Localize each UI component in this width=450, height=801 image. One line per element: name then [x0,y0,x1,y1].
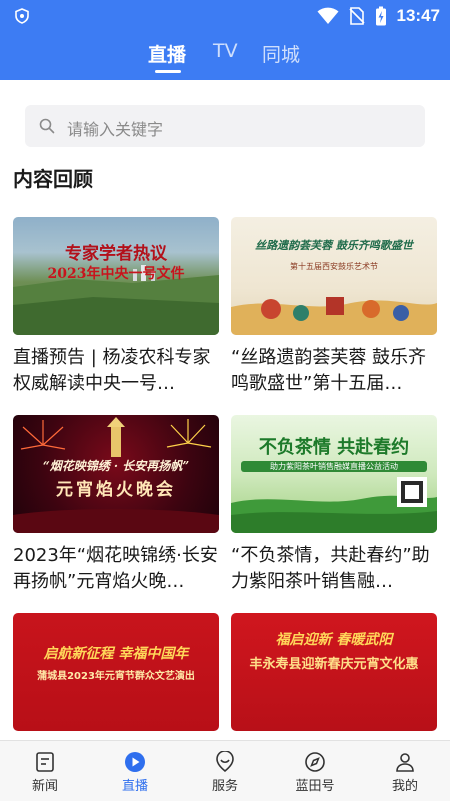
compass-icon [305,752,325,772]
nav-lantian[interactable]: 蓝田号 [270,741,360,801]
service-icon [216,751,234,773]
search-input[interactable]: 请输入关键字 [25,105,425,147]
fireworks-illustration [13,417,219,533]
thumbnail-subheadline: 第十五届西安鼓乐艺术节 [290,262,378,271]
nav-label: 新闻 [31,779,58,794]
video-thumbnail[interactable]: 专家学者热议 2023年中央一号文件 [13,217,219,335]
video-thumbnail[interactable]: “烟花映锦绣 · 长安再扬帆” 元宵焰火晚会 [13,415,219,533]
video-thumbnail[interactable]: 丝路遗韵荟芙蓉 鼓乐齐鸣歌盛世 第十五届西安鼓乐艺术节 [231,217,437,335]
thumbnail-headline: 福启迎新 春暖武阳 [275,632,393,648]
thumbnail-headline: 专家学者热议 [65,244,167,264]
thumbnail-subheadline: 元宵焰火晚会 [56,480,176,500]
thumbnail-headline: 不负茶情 共赴春约 [258,437,410,458]
section-title: 内容回顾 [13,167,93,191]
status-bar: 13:47 [0,0,450,32]
tab-live[interactable]: 直播 [148,40,186,67]
thumbnail-subheadline: 蒲城县2023年元宵节群众文艺演出 [37,671,195,682]
battery-charging-icon [375,6,386,26]
nav-label: 服务 [211,779,238,794]
silk-road-illustration [231,297,437,335]
thumbnail-headline: “烟花映锦绣 · 长安再扬帆” [42,459,190,473]
nav-label: 直播 [121,779,148,794]
person-icon [396,753,414,772]
nav-label: 我的 [391,779,418,794]
active-tab-indicator [155,70,181,73]
thumbnail-headline: 启航新征程 幸福中国年 [43,646,189,662]
nav-mine[interactable]: 我的 [360,741,450,801]
video-title[interactable]: “丝路遗韵荟芙蓉 鼓乐齐鸣歌盛世”第十五届… [231,345,437,397]
news-icon [36,752,54,772]
video-title[interactable]: “不负茶情，共赴春约”助力紫阳茶叶销售融… [231,543,437,595]
video-title[interactable]: 直播预告 | 杨凌农科专家权威解读中央一号… [13,345,219,397]
shield-icon [15,8,29,24]
no-sim-icon [348,7,365,25]
thumbnail-subheadline: 助力紫阳茶叶销售融媒直播公益活动 [241,461,427,472]
nav-service[interactable]: 服务 [180,741,270,801]
video-title[interactable]: 2023年“烟花映锦绣·长安再扬帆”元宵焰火晚… [13,543,219,595]
search-placeholder: 请输入关键字 [67,120,164,139]
video-thumbnail[interactable]: 不负茶情 共赴春约 助力紫阳茶叶销售融媒直播公益活动 [231,415,437,533]
thumbnail-headline: 丝路遗韵荟芙蓉 鼓乐齐鸣歌盛世 [255,239,413,252]
nav-label: 蓝田号 [295,779,335,794]
tab-tv[interactable]: TV [213,40,238,62]
video-thumbnail[interactable]: 启航新征程 幸福中国年 蒲城县2023年元宵节群众文艺演出 [13,613,219,731]
bottom-nav-bar: 新闻 直播 服务 蓝田号 我的 [0,740,450,801]
nav-news[interactable]: 新闻 [0,741,90,801]
thumbnail-subheadline: 2023年中央一号文件 [47,266,185,282]
nav-live[interactable]: 直播 [90,741,180,801]
live-play-icon [125,752,145,772]
thumbnail-subheadline: 丰永寿县迎新春庆元宵文化惠 [249,657,419,672]
status-time: 13:47 [396,6,440,25]
search-icon [39,118,55,134]
video-thumbnail[interactable]: 福启迎新 春暖武阳 丰永寿县迎新春庆元宵文化惠 [231,613,437,731]
tab-local[interactable]: 同城 [262,40,300,67]
wifi-icon [317,7,339,24]
top-tab-bar: 直播 TV 同城 [0,32,450,80]
